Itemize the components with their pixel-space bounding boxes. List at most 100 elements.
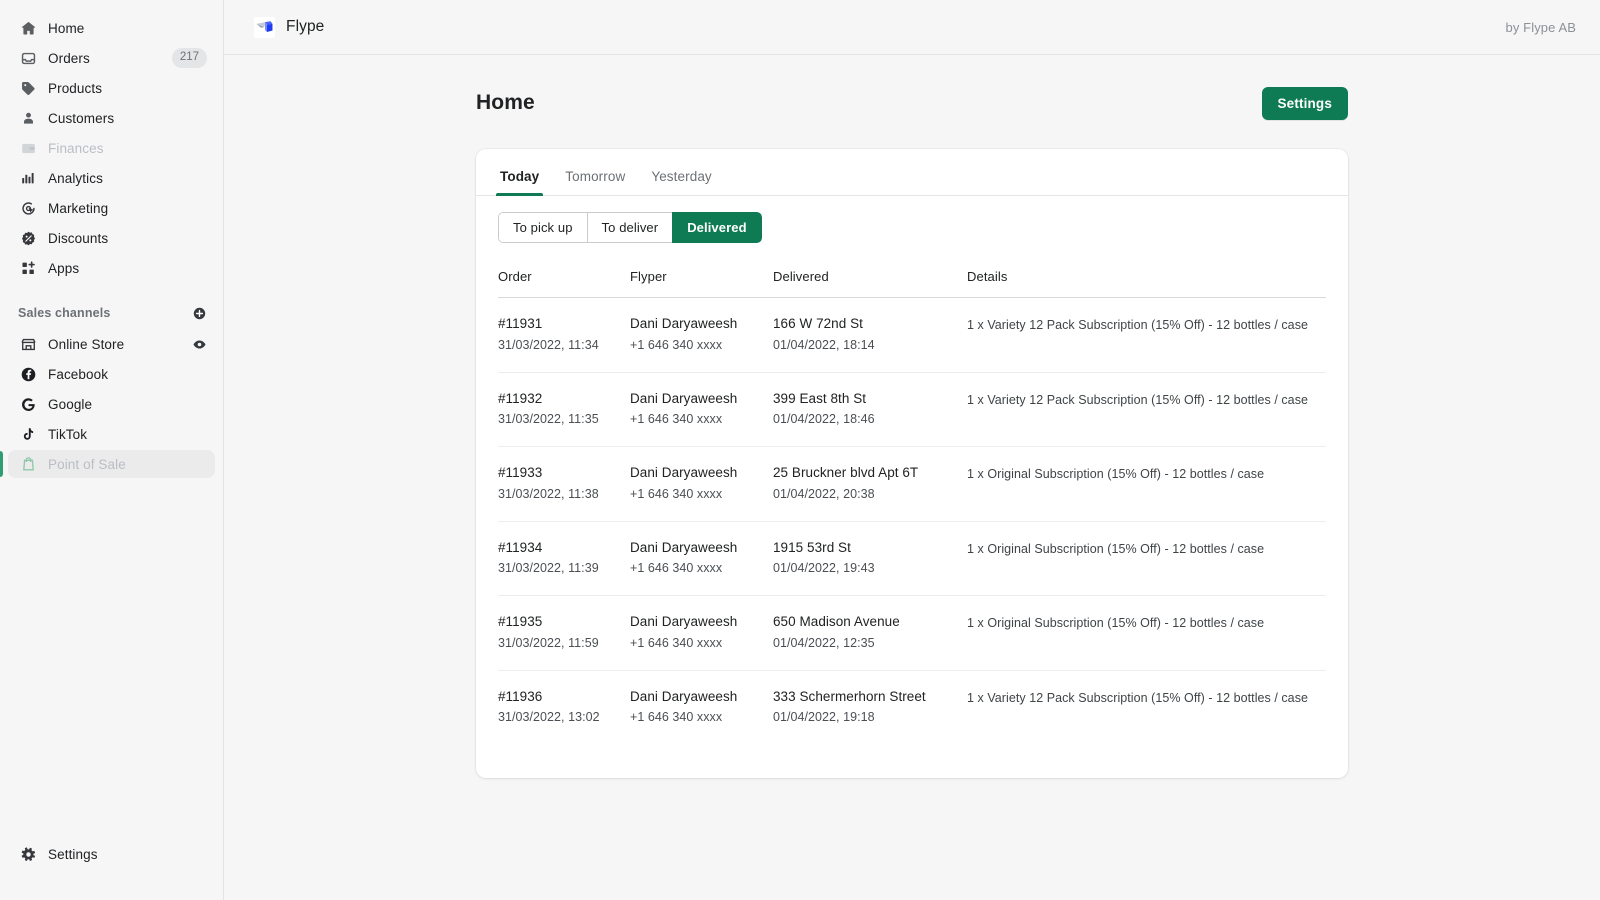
sidebar-item-google[interactable]: Google bbox=[8, 390, 215, 418]
sidebar-item-finances[interactable]: Finances bbox=[8, 134, 215, 162]
page-content: Home Settings Today Tomorrow Yesterday T… bbox=[224, 55, 1600, 900]
sidebar-item-tiktok[interactable]: TikTok bbox=[8, 420, 215, 448]
order-id: #11932 bbox=[498, 390, 543, 406]
orders-table: Order Flyper Delivered Details #11931 31… bbox=[498, 269, 1326, 744]
finances-icon bbox=[18, 138, 38, 158]
cell-details: 1 x Original Subscription (15% Off) - 12… bbox=[967, 521, 1326, 596]
sidebar-item-online-store[interactable]: Online Store bbox=[8, 330, 215, 358]
segment-delivered[interactable]: Delivered bbox=[672, 212, 762, 243]
day-tabs: Today Tomorrow Yesterday bbox=[476, 149, 1348, 196]
cell-details: 1 x Original Subscription (15% Off) - 12… bbox=[967, 595, 1326, 671]
status-filter-wrap: To pick up To deliver Delivered bbox=[476, 196, 1348, 243]
delivery-address: 1915 53rd St bbox=[773, 539, 851, 555]
delivered-time: 01/04/2022, 20:38 bbox=[773, 486, 875, 501]
page-header: Home Settings bbox=[476, 83, 1348, 123]
home-icon bbox=[18, 18, 38, 38]
orders-count-badge: 217 bbox=[171, 48, 207, 68]
table-row[interactable]: #11931 31/03/2022, 11:34 Dani Daryaweesh… bbox=[498, 297, 1326, 373]
sidebar-item-customers[interactable]: Customers bbox=[8, 104, 215, 132]
flyper-phone: +1 646 340 xxxx bbox=[630, 635, 723, 650]
tiktok-icon bbox=[18, 424, 38, 444]
flyper-name: Dani Daryaweesh bbox=[630, 614, 738, 629]
analytics-icon bbox=[18, 168, 38, 188]
tab-tomorrow[interactable]: Tomorrow bbox=[552, 169, 638, 195]
topbar: Flype by Flype AB bbox=[224, 0, 1600, 55]
topbar-byline: by Flype AB bbox=[1505, 19, 1576, 35]
sidebar-item-label: Settings bbox=[48, 846, 98, 862]
apps-icon bbox=[18, 258, 38, 278]
orders-card: Today Tomorrow Yesterday To pick up To d… bbox=[476, 149, 1348, 778]
cell-details: 1 x Original Subscription (15% Off) - 12… bbox=[967, 446, 1326, 522]
app-root: Home Orders 217 Products Customers Finan… bbox=[0, 0, 1600, 900]
sidebar-item-apps[interactable]: Apps bbox=[8, 254, 215, 282]
main-area: Flype by Flype AB Home Settings Today To… bbox=[224, 0, 1600, 900]
flyper-name: Dani Daryaweesh bbox=[630, 688, 738, 704]
orders-table-body: #11931 31/03/2022, 11:34 Dani Daryaweesh… bbox=[498, 297, 1326, 745]
table-row[interactable]: #11933 31/03/2022, 11:38 Dani Daryaweesh… bbox=[498, 446, 1326, 522]
delivered-time: 01/04/2022, 19:18 bbox=[773, 710, 875, 725]
circle-plus-icon[interactable] bbox=[192, 306, 207, 321]
sidebar-item-point-of-sale[interactable]: Point of Sale bbox=[0, 450, 215, 478]
segment-to-pick-up[interactable]: To pick up bbox=[498, 212, 587, 243]
flyper-phone: +1 646 340 xxxx bbox=[630, 486, 723, 501]
segment-to-deliver[interactable]: To deliver bbox=[586, 212, 673, 243]
order-details: 1 x Variety 12 Pack Subscription (15% Of… bbox=[967, 392, 1308, 407]
sidebar-item-discounts[interactable]: Discounts bbox=[8, 224, 215, 252]
table-row[interactable]: #11935 31/03/2022, 11:59 Dani Daryaweesh… bbox=[498, 595, 1326, 671]
sidebar-item-label: Online Store bbox=[48, 336, 125, 352]
flyper-phone: +1 646 340 xxxx bbox=[630, 561, 723, 576]
sidebar-item-analytics[interactable]: Analytics bbox=[8, 164, 215, 192]
sidebar-item-settings[interactable]: Settings bbox=[8, 840, 215, 868]
order-details: 1 x Variety 12 Pack Subscription (15% Of… bbox=[967, 318, 1308, 332]
flyper-name: Dani Daryaweesh bbox=[630, 539, 738, 555]
app-brand: Flype bbox=[254, 16, 324, 38]
tab-yesterday[interactable]: Yesterday bbox=[638, 169, 724, 195]
status-segmented-control: To pick up To deliver Delivered bbox=[498, 212, 762, 243]
table-row[interactable]: #11936 31/03/2022, 13:02 Dani Daryaweesh… bbox=[498, 670, 1326, 744]
orders-icon bbox=[18, 48, 38, 68]
tab-today[interactable]: Today bbox=[487, 169, 552, 196]
order-id: #11934 bbox=[498, 539, 543, 555]
sidebar-item-products[interactable]: Products bbox=[8, 74, 215, 102]
sidebar-item-label: Point of Sale bbox=[48, 456, 126, 472]
cell-order: #11934 31/03/2022, 11:39 bbox=[498, 521, 630, 596]
order-time: 31/03/2022, 11:59 bbox=[498, 635, 599, 650]
order-time: 31/03/2022, 13:02 bbox=[498, 710, 600, 725]
sidebar-item-marketing[interactable]: Marketing bbox=[8, 194, 215, 222]
cell-details: 1 x Variety 12 Pack Subscription (15% Of… bbox=[967, 297, 1326, 373]
cell-delivered: 399 East 8th St 01/04/2022, 18:46 bbox=[773, 372, 967, 447]
delivered-time: 01/04/2022, 12:35 bbox=[773, 635, 875, 650]
facebook-icon bbox=[18, 364, 38, 384]
order-time: 31/03/2022, 11:39 bbox=[498, 561, 599, 576]
card-footer-spacer bbox=[476, 744, 1348, 778]
sidebar: Home Orders 217 Products Customers Finan… bbox=[0, 0, 224, 900]
flyper-phone: +1 646 340 xxxx bbox=[630, 337, 723, 352]
delivery-address: 25 Bruckner blvd Apt 6T bbox=[773, 465, 919, 480]
settings-button[interactable]: Settings bbox=[1261, 86, 1348, 120]
order-time: 31/03/2022, 11:35 bbox=[498, 412, 599, 427]
sidebar-item-label: Customers bbox=[48, 110, 115, 126]
sidebar-item-facebook[interactable]: Facebook bbox=[8, 360, 215, 388]
order-time: 31/03/2022, 11:34 bbox=[498, 337, 599, 352]
sidebar-item-home[interactable]: Home bbox=[8, 14, 215, 42]
table-row[interactable]: #11932 31/03/2022, 11:35 Dani Daryaweesh… bbox=[498, 372, 1326, 447]
flyper-name: Dani Daryaweesh bbox=[630, 465, 738, 480]
delivery-address: 650 Madison Avenue bbox=[773, 614, 900, 629]
column-header-delivered: Delivered bbox=[773, 269, 829, 284]
cell-details: 1 x Variety 12 Pack Subscription (15% Of… bbox=[967, 670, 1326, 744]
delivery-address: 333 Schermerhorn Street bbox=[773, 688, 926, 704]
table-row[interactable]: #11934 31/03/2022, 11:39 Dani Daryaweesh… bbox=[498, 521, 1326, 596]
orders-table-head: Order Flyper Delivered Details bbox=[498, 269, 1326, 298]
cell-delivered: 333 Schermerhorn Street 01/04/2022, 19:1… bbox=[773, 670, 967, 744]
cell-flyper: Dani Daryaweesh +1 646 340 xxxx bbox=[630, 446, 773, 522]
sidebar-item-label: TikTok bbox=[48, 426, 88, 442]
google-icon bbox=[18, 394, 38, 414]
sales-channels-header: Sales channels bbox=[18, 302, 207, 324]
sidebar-item-label: Apps bbox=[48, 260, 80, 276]
column-header-flyper: Flyper bbox=[630, 269, 667, 284]
sidebar-item-orders[interactable]: Orders 217 bbox=[8, 44, 215, 72]
order-details: 1 x Original Subscription (15% Off) - 12… bbox=[967, 467, 1265, 481]
eye-icon[interactable] bbox=[192, 337, 207, 352]
sidebar-sales-channels-nav: Online Store Facebook Google TikTok Poin… bbox=[0, 330, 223, 480]
marketing-icon bbox=[18, 198, 38, 218]
